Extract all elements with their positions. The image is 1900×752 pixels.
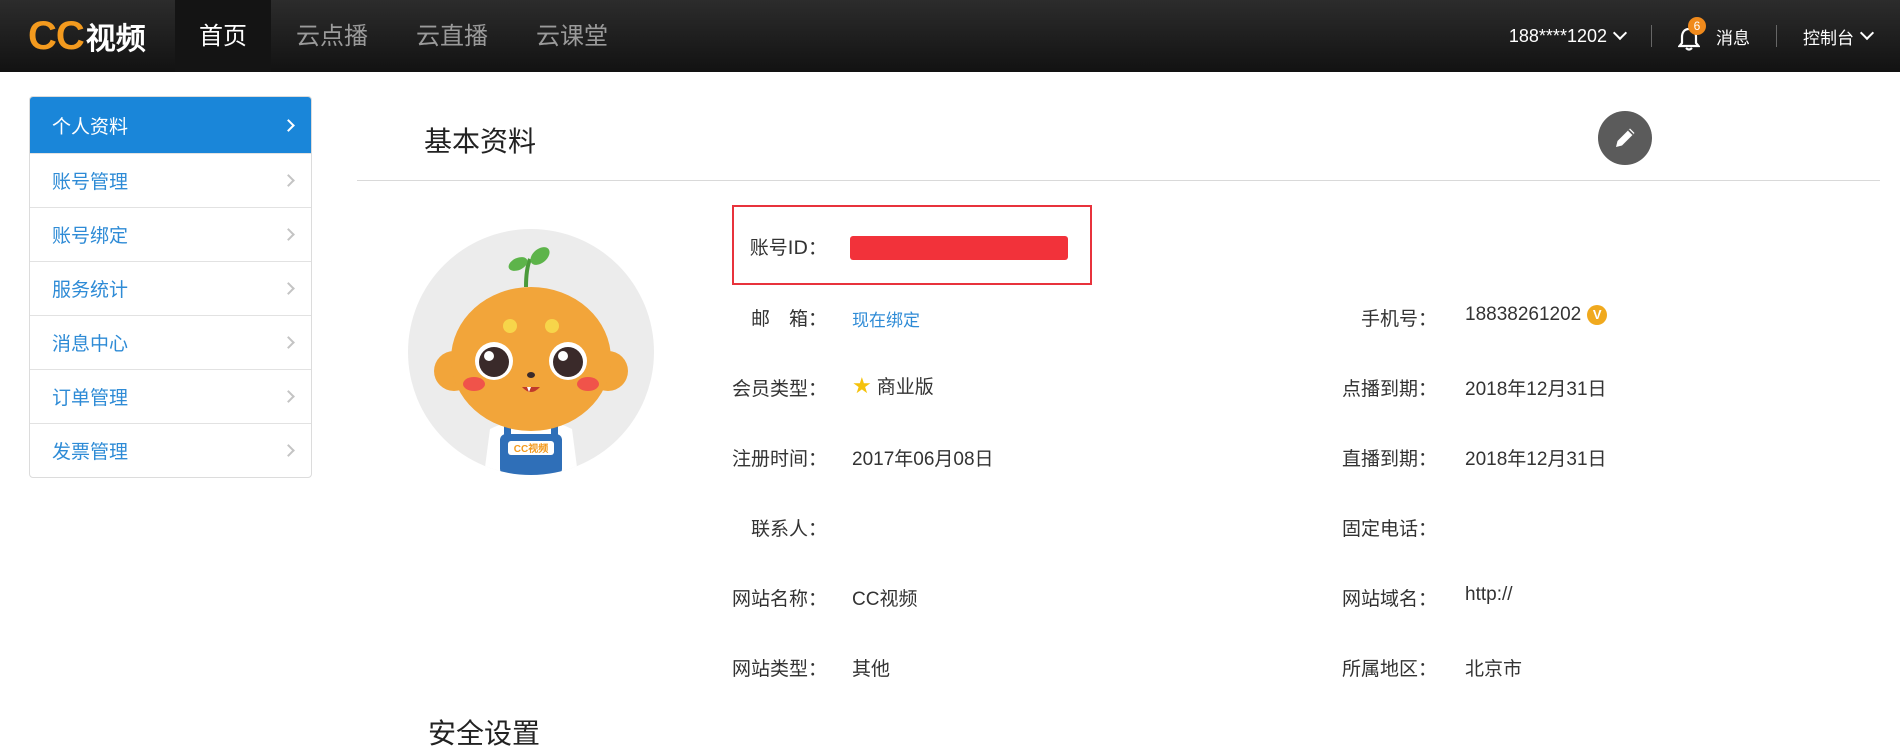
sidebar-item-account-management[interactable]: 账号管理: [30, 153, 311, 207]
user-area: 188****1202 6 消息 控制台: [1509, 0, 1900, 72]
member-type-label: 会员类型：: [731, 378, 827, 400]
notification-count-badge: 6: [1688, 17, 1706, 35]
sidebar-item-invoices[interactable]: 发票管理: [30, 423, 311, 477]
chevron-right-icon: [282, 174, 295, 187]
member-type-text: 商业版: [876, 377, 934, 398]
site-name-label: 网站名称：: [731, 588, 827, 610]
sidebar-item-label: 消息中心: [52, 333, 129, 355]
page-title: 基本资料: [424, 125, 537, 158]
site-type-label: 网站类型：: [731, 658, 827, 680]
svg-text:CC视频: CC视频: [514, 442, 548, 455]
chevron-right-icon: [282, 336, 295, 349]
redacted-account-id: [850, 236, 1068, 260]
nav-vod[interactable]: 云点播: [273, 0, 391, 72]
console-menu[interactable]: 控制台: [1803, 24, 1875, 49]
sidebar-item-label: 服务统计: [52, 279, 129, 301]
messages-link[interactable]: 消息: [1716, 24, 1750, 49]
divider: [1776, 25, 1777, 47]
vod-expire-value: 2018年12月31日: [1465, 379, 1607, 400]
sidebar-item-label: 发票管理: [52, 441, 129, 463]
domain-value: http://: [1465, 584, 1513, 605]
sidebar-item-orders[interactable]: 订单管理: [30, 369, 311, 423]
nav-home[interactable]: 首页: [175, 0, 271, 72]
landline-label: 固定电话：: [1341, 518, 1437, 540]
sidebar-item-label: 账号管理: [52, 171, 129, 193]
phone-number: 18838261202: [1465, 304, 1582, 325]
register-time-label: 注册时间：: [731, 448, 827, 470]
phone-value: 18838261202 V: [1465, 304, 1608, 326]
divider: [1651, 25, 1652, 47]
member-type-value: ★ 商业版: [852, 372, 934, 399]
sidebar-item-account-binding[interactable]: 账号绑定: [30, 207, 311, 261]
sidebar-item-label: 订单管理: [52, 387, 129, 409]
live-expire-value: 2018年12月31日: [1465, 449, 1607, 470]
user-menu[interactable]: 188****1202: [1508, 25, 1628, 47]
sidebar-item-service-stats[interactable]: 服务统计: [30, 261, 311, 315]
mascot-illustration: CC视频: [434, 247, 628, 475]
chevron-right-icon: [282, 282, 295, 295]
notification-button[interactable]: 6: [1678, 17, 1706, 51]
sidebar-item-label: 个人资料: [52, 115, 129, 138]
chevron-right-icon: [282, 390, 295, 403]
vod-expire-label: 点播到期：: [1341, 378, 1437, 400]
sidebar: 个人资料 账号管理 账号绑定 服务统计 消息中心 订单管理 发票管理: [29, 96, 312, 478]
chevron-right-icon: [282, 444, 295, 457]
main-nav: 首页 云点播 云直播 云课堂: [175, 0, 631, 72]
site-name-value: CC视频: [852, 589, 918, 610]
region-label: 所属地区：: [1341, 658, 1437, 680]
security-settings-title: 安全设置: [428, 717, 541, 750]
sidebar-item-profile[interactable]: 个人资料: [30, 97, 311, 153]
brand-logo[interactable]: CC 视频: [28, 14, 146, 58]
user-name: 188****1202: [1508, 25, 1607, 46]
bind-email-link[interactable]: 现在绑定: [852, 306, 920, 331]
chevron-down-icon: [1612, 25, 1628, 41]
star-icon: ★: [852, 373, 872, 398]
nav-classroom[interactable]: 云课堂: [513, 0, 631, 72]
chevron-right-icon: [282, 118, 295, 132]
email-label: 邮 箱：: [750, 308, 827, 330]
verified-badge-icon: V: [1587, 305, 1608, 325]
phone-label: 手机号：: [1360, 308, 1437, 330]
account-id-label: 账号ID：: [749, 237, 827, 259]
sidebar-item-message-center[interactable]: 消息中心: [30, 315, 311, 369]
logo-cc-mark: CC: [28, 13, 85, 58]
edit-profile-button[interactable]: [1598, 111, 1652, 165]
chevron-right-icon: [282, 228, 295, 241]
top-navigation-bar: CC 视频 首页 云点播 云直播 云课堂 188****1202 6 消息 控制…: [0, 0, 1900, 72]
sidebar-item-label: 账号绑定: [52, 225, 129, 247]
contact-label: 联系人：: [750, 518, 827, 540]
logo-name: 视频: [85, 22, 146, 57]
nav-live[interactable]: 云直播: [393, 0, 511, 72]
avatar[interactable]: CC视频: [408, 229, 654, 475]
site-type-value: 其他: [852, 659, 891, 680]
title-divider: [357, 180, 1880, 181]
live-expire-label: 直播到期：: [1341, 448, 1437, 470]
domain-label: 网站域名：: [1341, 588, 1437, 610]
chevron-down-icon: [1859, 25, 1875, 41]
console-label: 控制台: [1803, 28, 1854, 49]
register-time-value: 2017年06月08日: [852, 449, 994, 470]
pencil-icon: [1616, 128, 1635, 147]
region-value: 北京市: [1465, 659, 1523, 680]
